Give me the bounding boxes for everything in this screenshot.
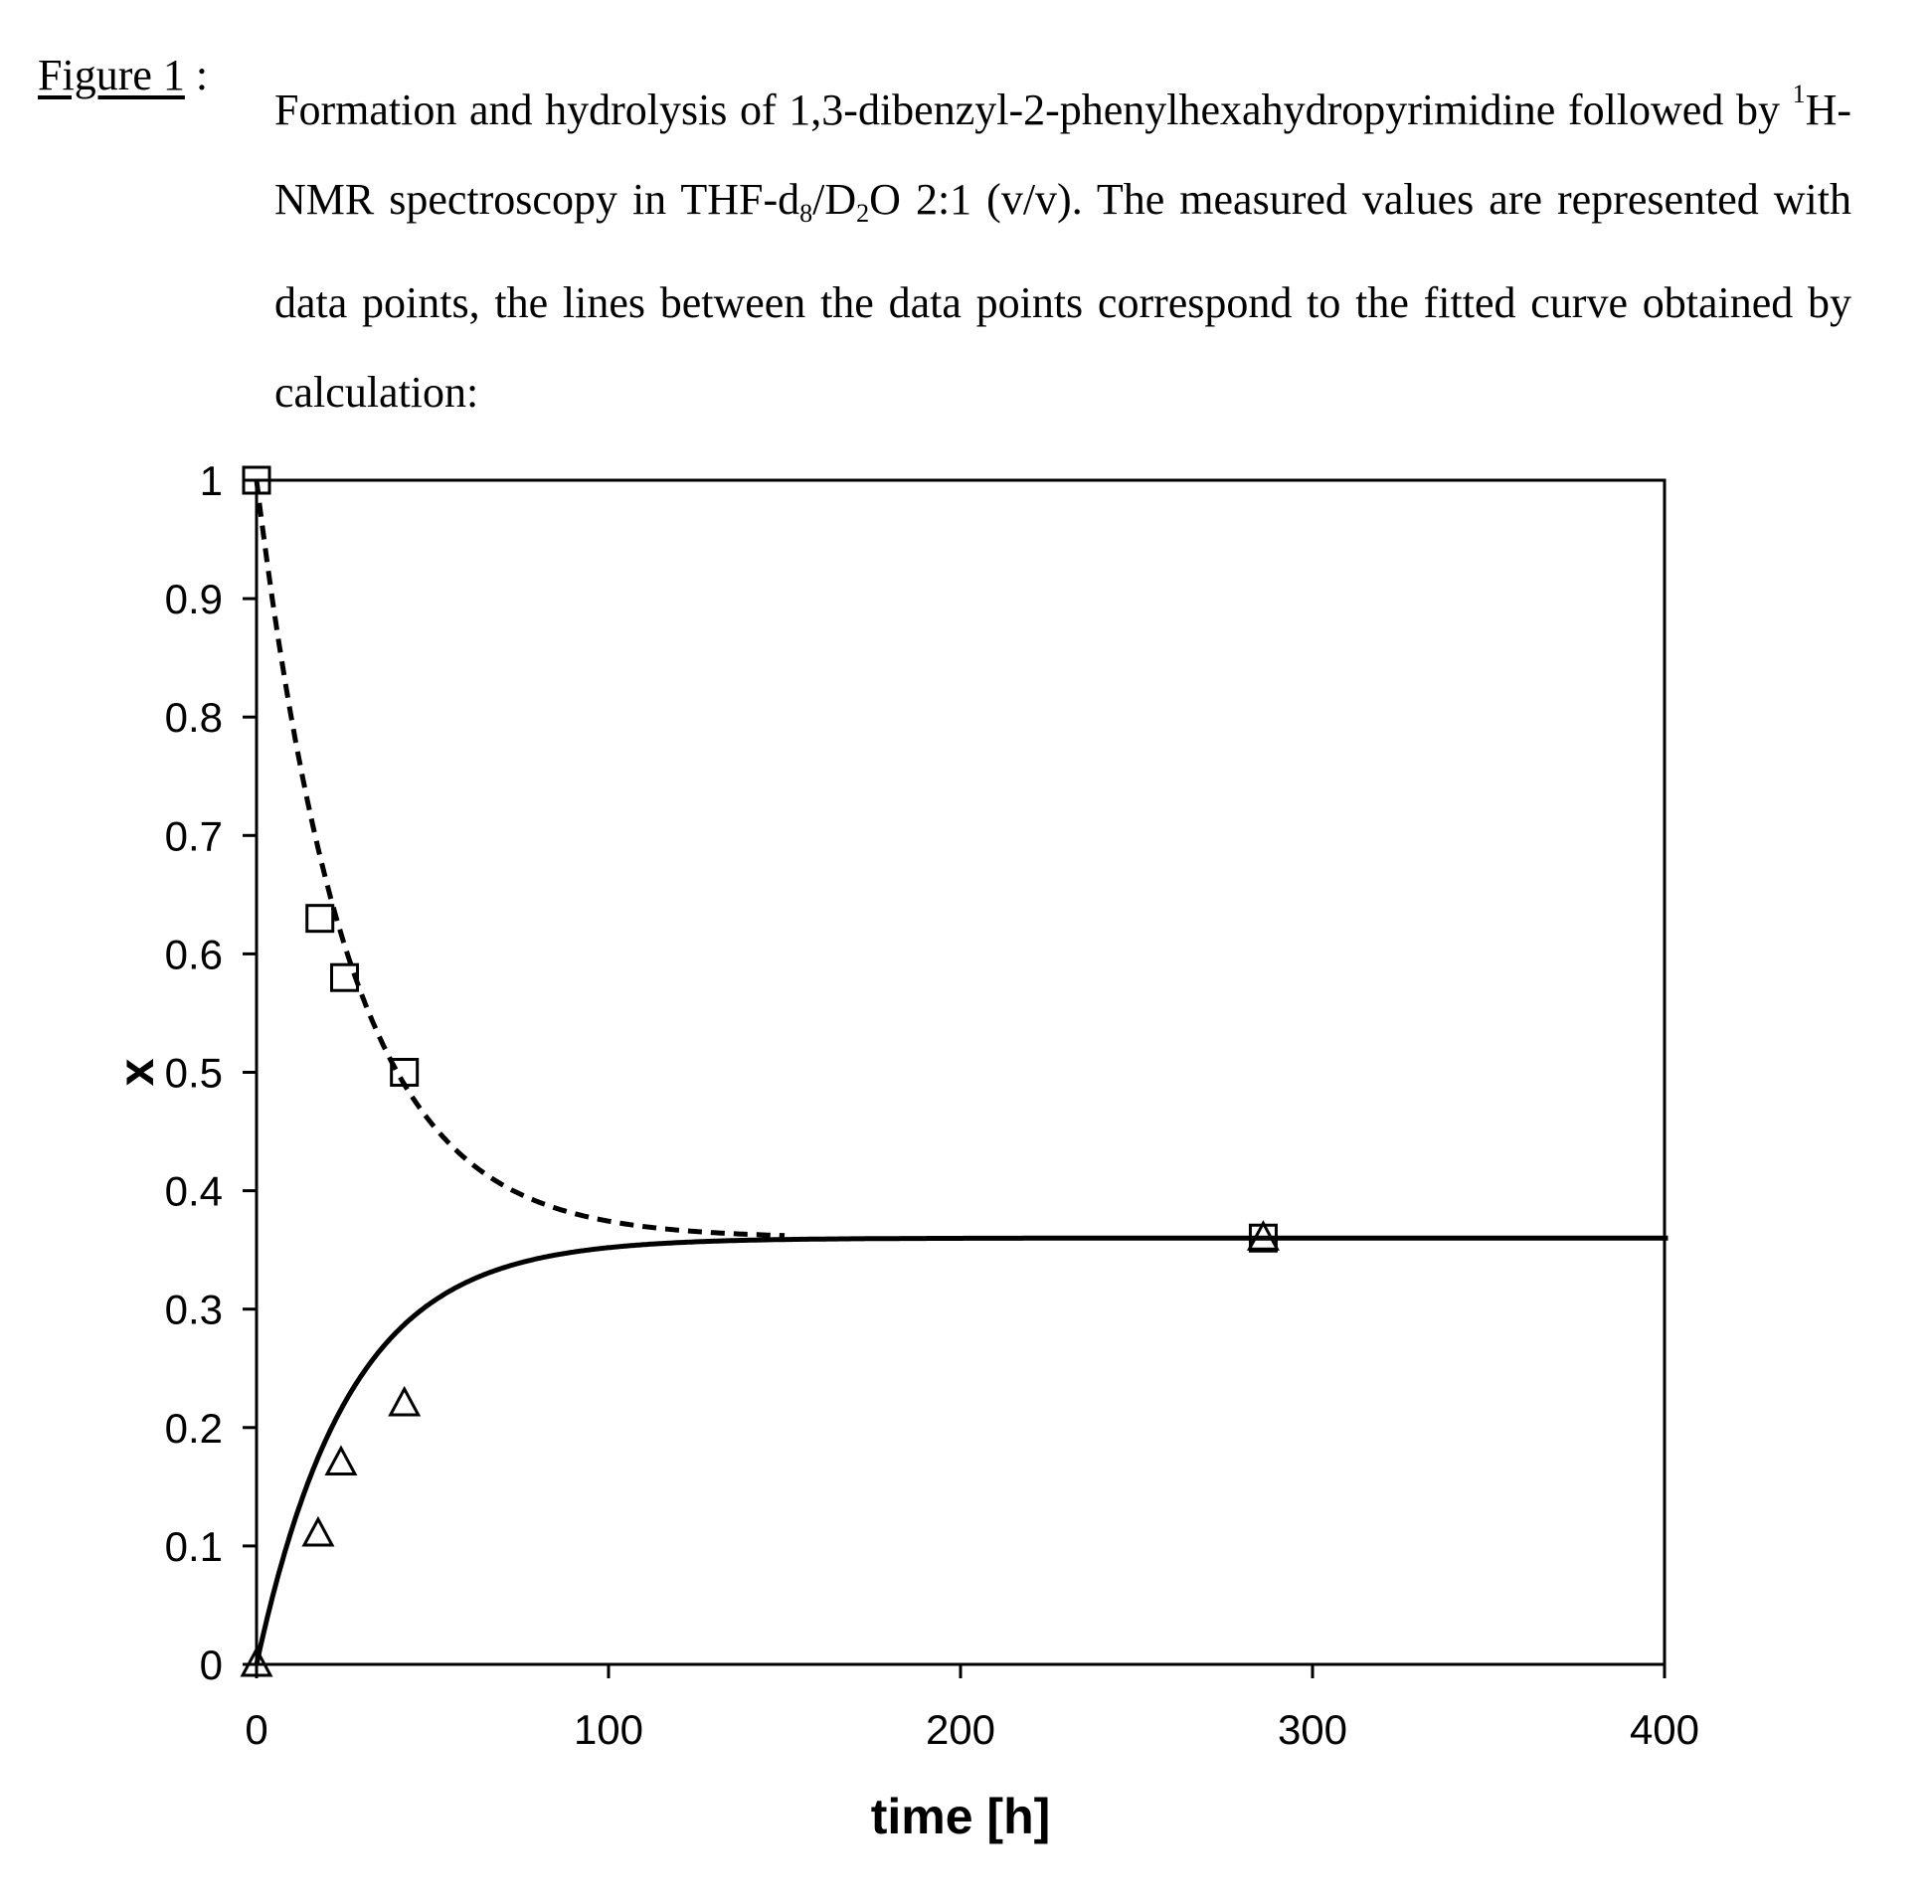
y-tick-label: 1 (200, 457, 223, 504)
y-tick-label: 0.1 (165, 1523, 223, 1570)
triangle-marker (324, 1445, 358, 1476)
y-tick-label: 0.8 (165, 694, 223, 741)
y-tick-label: 0.9 (165, 576, 223, 622)
x-tick-label: 200 (926, 1706, 995, 1753)
x-tick-label: 300 (1278, 1706, 1347, 1753)
y-axis-title: x (108, 1058, 164, 1086)
triangle-marker (301, 1515, 335, 1547)
data-markers (240, 465, 1280, 1677)
axis-ticks: 0 0.1 0.2 0.3 0.4 0.5 0.6 0.7 0.8 0.9 1 0 100 200 300 4… (165, 457, 1699, 1753)
y-tick-label: 0.5 (165, 1050, 223, 1097)
y-tick-label: 0.4 (165, 1168, 223, 1215)
square-marker (305, 904, 335, 934)
y-tick-label: 0.7 (165, 812, 223, 859)
x-tick-label: 0 (245, 1706, 267, 1753)
x-tick-label: 100 (574, 1706, 643, 1753)
plot-area (255, 478, 1667, 1666)
triangle-marker (388, 1385, 422, 1417)
fit-curves (254, 479, 1669, 1665)
y-tick-label: 0.3 (165, 1287, 223, 1333)
x-axis-title: time [h] (871, 1789, 1051, 1844)
y-tick-label: 0 (200, 1642, 223, 1688)
solid-fit-curve (254, 1235, 1669, 1665)
chart: 0 0.1 0.2 0.3 0.4 0.5 0.6 0.7 0.8 0.9 1 0 100 200 300 4… (108, 457, 1699, 1844)
y-tick-label: 0.6 (165, 931, 223, 977)
x-tick-label: 400 (1630, 1706, 1699, 1753)
plot-border (255, 478, 1667, 1666)
dashed-fit-curve (254, 479, 786, 1239)
y-tick-label: 0.2 (165, 1405, 223, 1452)
